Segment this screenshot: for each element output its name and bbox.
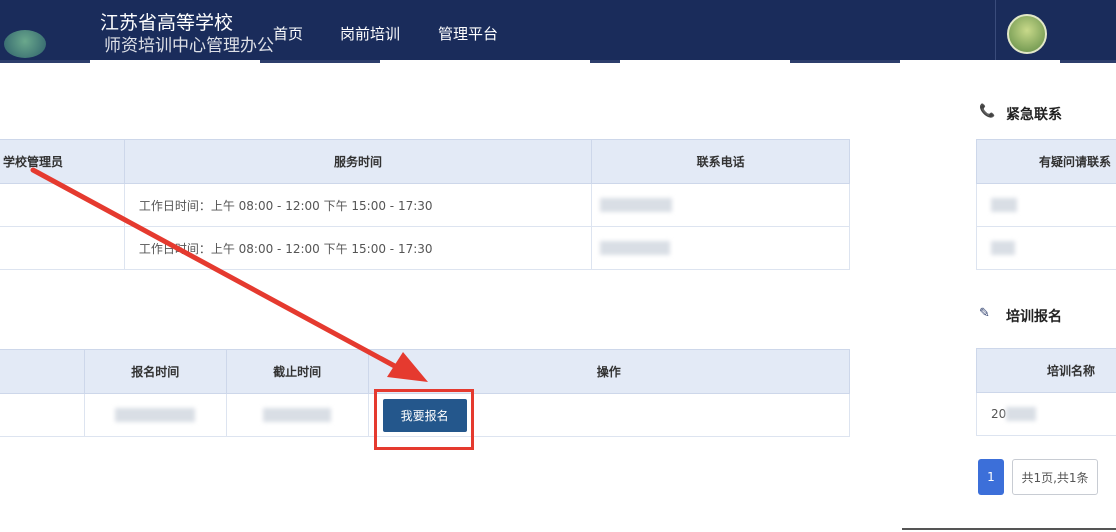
highlight-box — [374, 389, 474, 450]
nav-stripe — [0, 60, 90, 63]
nav-stripe — [260, 60, 380, 63]
col-deadline: 截止时间 — [225, 349, 369, 394]
site-logo[interactable] — [4, 30, 46, 58]
training-signup-title: 培训报名 — [1006, 309, 1062, 325]
blank-cell — [0, 393, 85, 437]
deadline-cell — [225, 393, 369, 437]
emergency-contact-title: 紧急联系 — [1006, 107, 1062, 123]
col-signup-time: 报名时间 — [83, 349, 227, 394]
training-name-cell[interactable]: 20 — [976, 392, 1116, 436]
emergency-contact-table: 有疑问请联系 — [976, 139, 1116, 270]
table-row: 20 — [976, 392, 1116, 436]
edit-icon: ✎ — [979, 306, 990, 321]
training-name-prefix: 20 — [991, 406, 1007, 421]
col-action: 操作 — [367, 349, 851, 394]
nav-stripe — [790, 60, 900, 63]
col-service-time: 服务时间 — [123, 139, 593, 184]
table-row — [976, 183, 1116, 227]
service-time-cell: 工作日时间：上午 08:00 - 12:00 下午 15:00 - 17:30 — [123, 183, 593, 227]
site-title: 江苏省高等学校 — [100, 12, 234, 34]
phone-icon: 📞 — [979, 104, 996, 119]
table-header-row: 培训名称 — [976, 348, 1116, 393]
admin-name-cell — [0, 226, 125, 270]
phone-cell — [591, 183, 850, 227]
nav-management-platform[interactable]: 管理平台 — [438, 24, 498, 44]
top-nav-bar: 江苏省高等学校 师资培训中心管理办公 首页 岗前培训 管理平台 — [0, 0, 1116, 64]
col-training-name: 培训名称 — [976, 348, 1116, 393]
table-header-row: 学校管理员 服务时间 联系电话 — [0, 139, 850, 184]
table-row — [976, 226, 1116, 270]
col-emergency-contact: 有疑问请联系 — [976, 139, 1116, 184]
nav-bottom-strip — [0, 60, 1116, 68]
user-avatar[interactable] — [1007, 14, 1047, 54]
pagination-current-page[interactable]: 1 — [978, 459, 1004, 495]
nav-stripe — [590, 60, 620, 63]
admin-name-cell — [0, 183, 125, 227]
signup-time-cell — [83, 393, 227, 437]
training-list-table: 培训名称 20 — [976, 348, 1116, 436]
col-blank — [0, 349, 85, 394]
contact-cell — [976, 226, 1116, 270]
bottom-divider — [902, 528, 1116, 530]
nav-divider — [995, 0, 996, 64]
table-row: 工作日时间：上午 08:00 - 12:00 下午 15:00 - 17:30 — [0, 183, 850, 227]
contact-cell — [976, 183, 1116, 227]
nav-home[interactable]: 首页 — [273, 24, 303, 44]
table-row: 工作日时间：上午 08:00 - 12:00 下午 15:00 - 17:30 — [0, 226, 850, 270]
col-phone: 联系电话 — [591, 139, 850, 184]
table-header-row: 报名时间 截止时间 操作 — [0, 349, 851, 394]
site-subtitle: 师资培训中心管理办公 — [104, 36, 274, 56]
nav-preservice-training[interactable]: 岗前培训 — [340, 24, 400, 44]
table-header-row: 有疑问请联系 — [976, 139, 1116, 184]
pagination-info: 共1页,共1条 — [1012, 459, 1098, 495]
phone-cell — [591, 226, 850, 270]
admin-contact-table: 学校管理员 服务时间 联系电话 工作日时间：上午 08:00 - 12:00 下… — [0, 139, 850, 270]
nav-stripe — [1060, 60, 1116, 63]
col-school-admin: 学校管理员 — [0, 139, 125, 184]
service-time-cell: 工作日时间：上午 08:00 - 12:00 下午 15:00 - 17:30 — [123, 226, 593, 270]
